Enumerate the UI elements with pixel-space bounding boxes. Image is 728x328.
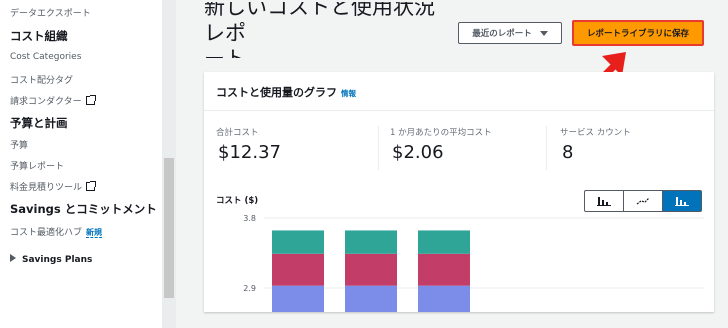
y-tick-label: 3.8 bbox=[243, 214, 256, 223]
sidebar-section-savings-commitments: Savings とコミットメント bbox=[10, 202, 157, 216]
sidebar-item-data-export[interactable]: データエクスポート bbox=[10, 6, 91, 19]
sidebar-scrollbar-thumb[interactable] bbox=[164, 158, 174, 298]
divider bbox=[546, 126, 547, 170]
bar-segment[interactable] bbox=[418, 230, 470, 254]
bar-chart-icon bbox=[597, 197, 611, 206]
divider bbox=[378, 126, 379, 170]
bar-segment[interactable] bbox=[345, 285, 397, 312]
metric-label-avg-monthly-cost: 1 か月あたりの平均コスト bbox=[390, 128, 492, 138]
page-title: 新しいコストと使用状況レポ ート bbox=[204, 2, 435, 58]
info-link[interactable]: 情報 bbox=[341, 89, 356, 98]
bar-segment[interactable] bbox=[345, 230, 397, 254]
metric-label-service-count: サービス カウント bbox=[560, 128, 631, 138]
chart-y-axis-label: コスト ($) bbox=[216, 196, 259, 206]
sidebar-item-billing-conductor[interactable]: 請求コンダクター bbox=[10, 94, 96, 107]
stacked-bar-chart: 3.8 2.9 bbox=[243, 214, 704, 312]
stacked-bar-toggle[interactable] bbox=[663, 191, 701, 211]
new-badge: 新規 bbox=[86, 228, 103, 238]
sidebar-item-budget-reports[interactable]: 予算レポート bbox=[10, 159, 64, 172]
bar-segment[interactable] bbox=[272, 253, 324, 286]
line-chart-icon bbox=[636, 197, 650, 205]
bar-segment[interactable] bbox=[345, 253, 397, 286]
sidebar-item-cost-allocation-tags[interactable]: コスト配分タグ bbox=[10, 73, 73, 86]
sidebar-section-budgets-planning: 予算と計画 bbox=[10, 116, 68, 130]
sidebar-item-savings-plans[interactable]: Savings Plans bbox=[10, 254, 92, 265]
stacked-bar-icon bbox=[675, 197, 689, 206]
line-chart-toggle[interactable] bbox=[624, 191, 663, 211]
sidebar: データエクスポート コスト組織 Cost Categories コスト配分タグ … bbox=[0, 0, 176, 328]
chart-type-toggle bbox=[584, 190, 702, 212]
caret-down-icon bbox=[539, 30, 548, 36]
bar-segment[interactable] bbox=[418, 285, 470, 312]
external-link-icon bbox=[85, 95, 96, 105]
external-link-icon bbox=[86, 181, 97, 191]
cost-usage-graph-card: コストと使用量のグラフ 情報 合計コスト $12.37 1 か月あたりの平均コスト… bbox=[204, 72, 714, 312]
metric-value-avg-monthly-cost: $2.06 bbox=[392, 142, 444, 163]
bar-segment[interactable] bbox=[272, 285, 324, 312]
sidebar-item-pricing-calculator[interactable]: 料金見積りツール bbox=[10, 180, 97, 193]
metric-label-total-cost: 合計コスト bbox=[216, 128, 259, 138]
caret-right-icon bbox=[10, 254, 16, 262]
divider bbox=[204, 110, 714, 111]
save-to-report-library-button[interactable]: レポートライブラリに保存 bbox=[572, 20, 704, 46]
bar-chart-toggle[interactable] bbox=[585, 191, 624, 211]
bar-segment[interactable] bbox=[272, 230, 324, 254]
recent-reports-dropdown[interactable]: 最近のレポート bbox=[458, 22, 562, 44]
metric-value-service-count: 8 bbox=[562, 142, 574, 163]
sidebar-item-cost-optimization-hub[interactable]: コスト最適化ハブ 新規 bbox=[10, 225, 103, 238]
bar-segment[interactable] bbox=[418, 253, 470, 286]
sidebar-item-budgets[interactable]: 予算 bbox=[10, 138, 28, 151]
sidebar-item-cost-categories[interactable]: Cost Categories bbox=[10, 52, 81, 62]
main-content: 新しいコストと使用状況レポ ート 最近のレポート レポートライブラリに保存 コス… bbox=[176, 0, 728, 328]
card-title: コストと使用量のグラフ 情報 bbox=[216, 86, 356, 99]
metric-value-total-cost: $12.37 bbox=[218, 142, 281, 163]
y-tick-label: 2.9 bbox=[243, 284, 256, 293]
sidebar-section-cost-organization: コスト組織 bbox=[10, 29, 68, 43]
